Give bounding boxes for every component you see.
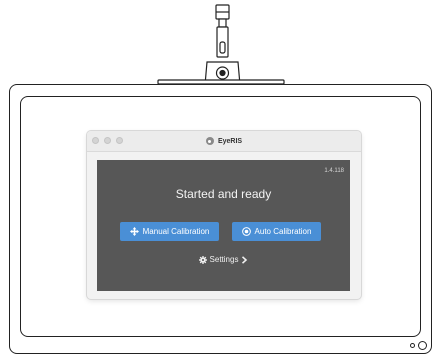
eyeris-window: EyeRIS 1.4.118 Started and ready Manual … — [87, 131, 361, 299]
settings-label: Settings — [209, 255, 239, 264]
window-title-text: EyeRIS — [217, 137, 243, 145]
window-title: EyeRIS — [87, 131, 361, 151]
indicator-light — [410, 343, 415, 348]
status-message: Started and ready — [175, 187, 272, 201]
monitor-power-indicators — [410, 341, 427, 350]
gear-icon — [198, 255, 207, 264]
manual-calibration-label: Manual Calibration — [142, 227, 210, 236]
auto-calibration-label: Auto Calibration — [254, 227, 312, 236]
settings-link[interactable]: Settings — [97, 255, 350, 264]
target-icon — [241, 227, 251, 236]
main-panel: 1.4.118 Started and ready Manual Calibra… — [97, 160, 350, 291]
auto-calibration-button[interactable]: Auto Calibration — [232, 222, 321, 241]
crosshair-move-icon — [129, 227, 139, 236]
version-label: 1.4.118 — [324, 168, 344, 174]
window-titlebar: EyeRIS — [87, 131, 361, 152]
eyeris-logo-icon — [205, 137, 214, 145]
power-button[interactable] — [418, 341, 427, 350]
manual-calibration-button[interactable]: Manual Calibration — [120, 222, 219, 241]
chevron-right-icon — [242, 255, 248, 264]
